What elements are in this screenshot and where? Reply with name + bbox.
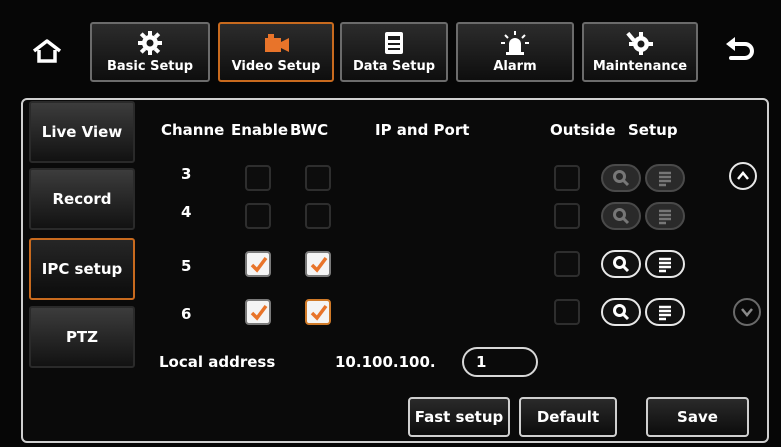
enable-checkbox[interactable] [245,203,271,229]
alarm-light-icon [501,31,529,55]
back-button[interactable] [720,34,760,68]
search-button[interactable] [601,164,641,192]
top-nav-bar: Basic Setup Video Setup Data Setup Alarm… [14,14,774,84]
sidebar-item-ptz[interactable]: PTZ [29,306,135,368]
local-address-prefix: 10.100.100. [335,353,436,371]
header-setup: Setup [628,121,678,139]
header-ip-port: IP and Port [375,121,470,139]
settings-list-button[interactable] [645,250,685,278]
channel-number: 6 [181,305,192,323]
camera-icon [265,34,289,52]
search-button[interactable] [601,250,641,278]
tab-alarm-label: Alarm [493,59,537,74]
local-address-input[interactable]: 1 [462,347,538,377]
list-icon [659,257,671,273]
checkmark-icon [310,256,328,273]
channel-number: 5 [181,257,192,275]
settings-panel: Live View Record IPC setup PTZ Channe En… [21,98,769,443]
chevron-down-icon [741,308,753,317]
storage-icon [385,32,403,54]
sidebar-item-record[interactable]: Record [29,168,135,230]
search-icon [613,304,630,321]
bwc-checkbox[interactable] [305,251,331,277]
tab-video-setup-label: Video Setup [231,59,321,74]
sidebar-item-ipc-setup[interactable]: IPC setup [29,238,135,300]
outside-checkbox[interactable] [554,299,580,325]
tab-data-setup-label: Data Setup [352,59,436,74]
tab-data-setup[interactable]: Data Setup [340,22,448,82]
tab-basic-setup[interactable]: Basic Setup [90,22,210,82]
header-channel: Channe [161,121,225,139]
channel-number: 3 [181,165,192,183]
channel-number: 4 [181,203,192,221]
dvr-screen: Basic Setup Video Setup Data Setup Alarm… [0,0,781,447]
list-icon [659,171,671,187]
header-outside: Outside [550,121,616,139]
list-icon [659,209,671,225]
search-icon [613,256,630,273]
save-button[interactable]: Save [646,397,749,437]
gear-icon [138,31,162,55]
settings-list-button[interactable] [645,202,685,230]
list-icon [659,305,671,321]
search-button[interactable] [601,298,641,326]
header-enable: Enable [231,121,289,139]
fast-setup-button[interactable]: Fast setup [408,397,510,437]
checkmark-icon [310,304,328,321]
bwc-checkbox[interactable] [305,203,331,229]
checkmark-icon [250,256,268,273]
search-button[interactable] [601,202,641,230]
outside-checkbox[interactable] [554,203,580,229]
settings-list-button[interactable] [645,164,685,192]
bwc-checkbox[interactable] [305,165,331,191]
search-icon [613,170,630,187]
home-button[interactable] [28,34,66,68]
tab-maintenance-label: Maintenance [592,59,688,74]
wrench-gear-icon [626,31,653,55]
local-address-label: Local address [159,353,276,371]
scroll-down-button[interactable] [733,298,761,326]
header-bwc: BWC [290,121,329,139]
search-icon [613,208,630,225]
chevron-up-icon [737,171,749,180]
settings-list-button[interactable] [645,298,685,326]
enable-checkbox[interactable] [245,251,271,277]
back-arrow-icon [726,37,754,60]
sidebar-item-live-view[interactable]: Live View [29,101,135,163]
tab-basic-setup-label: Basic Setup [106,59,194,74]
outside-checkbox[interactable] [554,251,580,277]
outside-checkbox[interactable] [554,165,580,191]
home-icon [32,39,62,63]
default-button[interactable]: Default [519,397,617,437]
tab-alarm[interactable]: Alarm [456,22,574,82]
enable-checkbox[interactable] [245,299,271,325]
scroll-up-button[interactable] [729,162,757,190]
bwc-checkbox[interactable] [305,299,331,325]
enable-checkbox[interactable] [245,165,271,191]
tab-maintenance[interactable]: Maintenance [582,22,698,82]
checkmark-icon [250,304,268,321]
tab-video-setup[interactable]: Video Setup [218,22,334,82]
